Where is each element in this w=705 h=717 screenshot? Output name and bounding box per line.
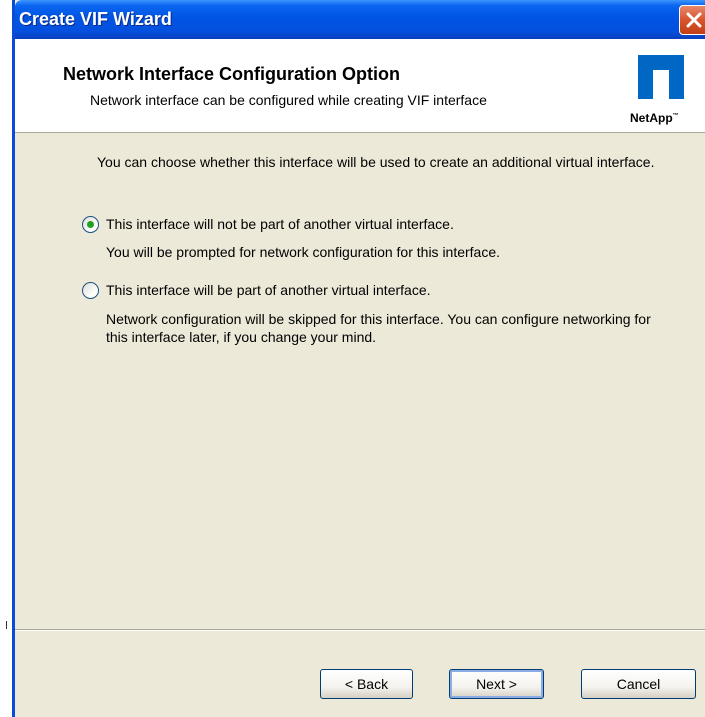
radio-not-part-of-vif[interactable] bbox=[82, 216, 99, 233]
logo-trademark: ™ bbox=[672, 113, 679, 119]
close-button[interactable] bbox=[679, 5, 705, 35]
page-title: Network Interface Configuration Option bbox=[63, 64, 401, 84]
margin-mark bbox=[6, 621, 7, 629]
intro-text: You can choose whether this interface wi… bbox=[97, 154, 655, 170]
close-icon bbox=[686, 12, 702, 28]
option-label[interactable]: This interface will not be part of anoth… bbox=[106, 216, 454, 233]
page-subtitle: Network interface can be configured whil… bbox=[90, 92, 487, 108]
title-bar[interactable]: Create VIF Wizard bbox=[15, 0, 705, 39]
logo-text: NetApp™ bbox=[630, 111, 679, 125]
netapp-logo: NetApp™ bbox=[627, 55, 691, 125]
window-title: Create VIF Wizard bbox=[19, 9, 172, 29]
option-description: You will be prompted for network configu… bbox=[106, 244, 501, 260]
option-description: Network configuration will be skipped fo… bbox=[106, 311, 651, 345]
back-button[interactable]: < Back bbox=[320, 669, 413, 699]
background-margin bbox=[0, 0, 12, 717]
logo-wordmark: NetApp bbox=[630, 111, 673, 125]
radio-part-of-vif[interactable] bbox=[82, 282, 99, 299]
wizard-header: Network Interface Configuration Option N… bbox=[15, 39, 705, 133]
wizard-window: Create VIF Wizard Network Interface Conf… bbox=[12, 0, 705, 717]
option-label[interactable]: This interface will be part of another v… bbox=[106, 282, 431, 299]
cancel-button[interactable]: Cancel bbox=[581, 669, 696, 699]
netapp-logo-icon bbox=[638, 55, 684, 99]
footer-divider bbox=[15, 629, 705, 631]
next-button[interactable]: Next > bbox=[449, 669, 544, 699]
